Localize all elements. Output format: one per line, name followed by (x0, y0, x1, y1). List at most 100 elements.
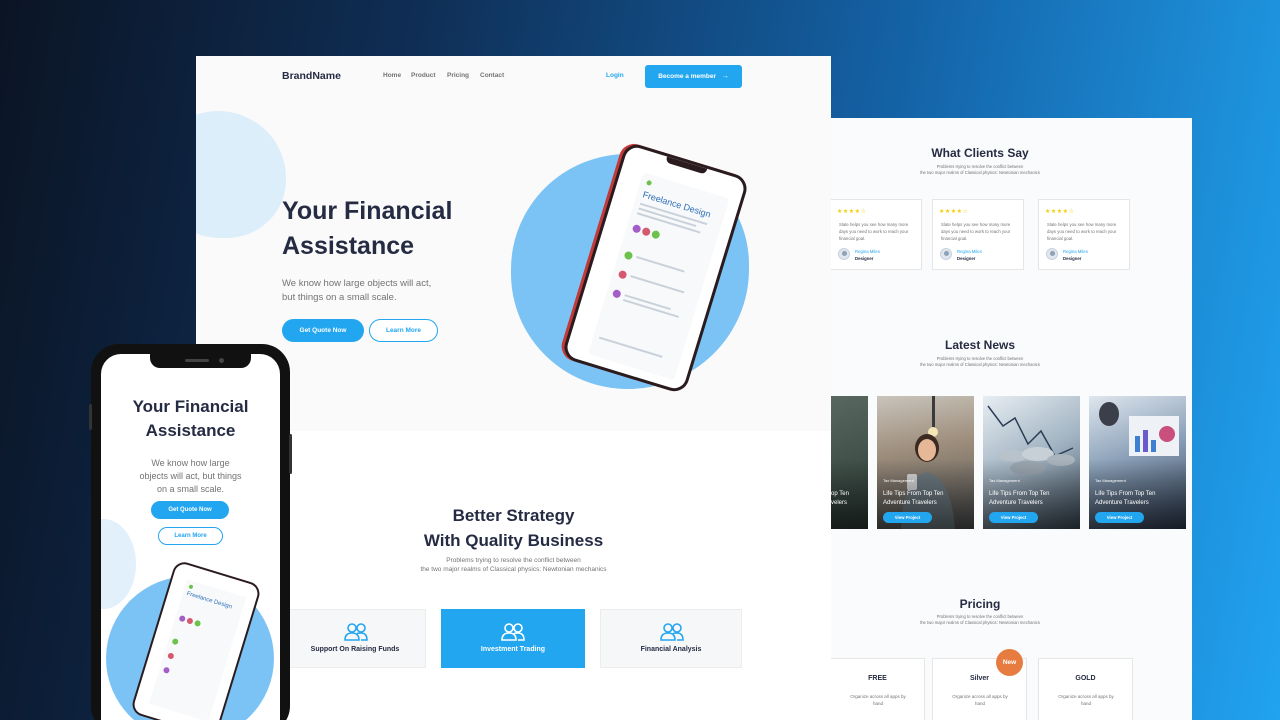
news-card[interactable]: Tax Management Life Tips From Top Ten Ad… (877, 396, 974, 529)
testimonial-card: ★★★★☆ Slate helps you see how many more … (831, 199, 922, 270)
speaker-icon (185, 359, 209, 362)
avatar (940, 248, 952, 260)
testimonial-name[interactable]: Regina Miles (1063, 249, 1088, 254)
status-dot (188, 584, 194, 590)
news-card-title: Life Tips From Top Ten Adventure Travele… (989, 491, 1050, 506)
phone-notch (150, 354, 251, 368)
mobile-learn-more-button[interactable]: Learn More (158, 527, 223, 545)
hero-title-line1: Your Financial (282, 197, 453, 225)
users-icon (660, 623, 684, 641)
pricing-sub-line2: the two major realms of Classical physic… (920, 620, 1040, 625)
testimonial-role: Designer (1063, 256, 1082, 261)
rating-stars-icon: ★★★★☆ (939, 209, 969, 215)
text-line (598, 336, 663, 358)
feature-label: Support On Raising Funds (310, 646, 400, 653)
news-card-partial[interactable]: op Ten velers (831, 396, 868, 529)
decorative-blob (101, 519, 136, 609)
plan-name: GOLD (1075, 675, 1096, 682)
desktop-page-mockup: BrandName Home Product Pricing Contact L… (196, 56, 831, 720)
testimonial-name[interactable]: Regina Miles (855, 249, 880, 254)
strategy-section: Better Strategy With Quality Business Pr… (196, 431, 831, 720)
avatar (186, 617, 194, 625)
view-project-button[interactable]: View Project (1095, 512, 1144, 523)
phone-side-button (89, 404, 92, 430)
strategy-title: Better Strategy With Quality Business (196, 503, 831, 553)
mobile-app-title: Freelance Design (185, 591, 233, 611)
rating-stars-icon: ★★★★☆ (1045, 209, 1075, 215)
avatar (162, 666, 171, 675)
testimonial-role: Designer (957, 256, 976, 261)
new-badge: New (996, 649, 1023, 676)
news-card-title: Life Tips From Top Ten Adventure Travele… (1095, 491, 1156, 506)
hero-description: We know how large objects will act, but … (282, 277, 431, 304)
pricing-title: Pricing (959, 597, 1001, 611)
news-sub-line2: the two major realms of Classical physic… (920, 362, 1040, 367)
pricing-card-gold[interactable]: GOLD Organize across all apps by hand (1038, 658, 1133, 720)
status-dot (645, 179, 653, 187)
news-tag: Tax Management (1095, 478, 1126, 483)
learn-more-button[interactable]: Learn More (369, 319, 438, 342)
plan-name: FREE (868, 675, 887, 682)
mobile-get-quote-button[interactable]: Get Quote Now (151, 501, 229, 519)
hero-title-line2: Assistance (282, 232, 415, 260)
mobile-title-line1: Your Financial (132, 397, 249, 416)
mobile-desc-line1: We know how large (151, 458, 230, 468)
plan-desc: Organize across all apps by hand (1058, 694, 1114, 706)
phone-notch (665, 156, 708, 175)
feature-card-financial-analysis[interactable]: Financial Analysis (600, 609, 742, 668)
avatar (617, 269, 628, 280)
news-card-title: Life Tips From Top Ten Adventure Travele… (883, 491, 944, 506)
news-tag: Tax Management (989, 478, 1020, 483)
nav-product[interactable]: Product (411, 72, 436, 79)
news-card[interactable]: Tax Management Life Tips From Top Ten Ad… (983, 396, 1080, 529)
clients-title: What Clients Say (931, 146, 1029, 160)
view-project-button[interactable]: View Project (989, 512, 1038, 523)
news-title: Latest News (944, 338, 1016, 352)
avatar (641, 226, 652, 237)
news-card-title-partial: op Ten velers (831, 491, 849, 506)
decorative-blob (196, 111, 286, 238)
strategy-sub-line2: the two major realms of Classical physic… (420, 566, 607, 573)
strategy-title-line2: With Quality Business (423, 531, 604, 550)
get-quote-button[interactable]: Get Quote Now (282, 319, 364, 342)
nav-contact[interactable]: Contact (480, 72, 504, 79)
users-icon (344, 623, 368, 641)
nav-pricing[interactable]: Pricing (447, 72, 469, 79)
testimonial-text: Slate helps you see how many more days y… (1047, 222, 1117, 241)
feature-card-raising-funds[interactable]: Support On Raising Funds (284, 609, 426, 668)
hero-desc-line2: but things on a small scale. (282, 291, 397, 303)
users-icon (501, 623, 525, 641)
clients-subtitle: Problems trying to resolve the conflict … (901, 164, 1059, 176)
text-line (630, 275, 685, 294)
mobile-hero-description: We know how large objects will act, but … (101, 457, 280, 496)
avatar (623, 250, 634, 261)
testimonial-card: ★★★★☆ Slate helps you see how many more … (1038, 199, 1130, 270)
feature-card-investment-trading[interactable]: Investment Trading (441, 609, 585, 668)
nav-home[interactable]: Home (383, 72, 401, 79)
avatar (611, 288, 622, 299)
news-card[interactable]: Tax Management Life Tips From Top Ten Ad… (1089, 396, 1186, 529)
news-tag: Tax Management (883, 478, 914, 483)
news-subtitle: Problems trying to resolve the conflict … (901, 356, 1059, 368)
rating-stars-icon: ★★★★☆ (837, 209, 867, 215)
avatar (1046, 248, 1058, 260)
avatar (167, 652, 175, 660)
plan-name: Silver (969, 675, 990, 682)
brand-logo[interactable]: BrandName (282, 70, 341, 82)
view-project-button[interactable]: View Project (883, 512, 932, 523)
hero-title: Your Financial Assistance (282, 194, 452, 264)
login-link[interactable]: Login (606, 72, 624, 79)
become-member-label: Become a member (658, 73, 716, 80)
testimonial-card: ★★★★☆ Slate helps you see how many more … (932, 199, 1024, 270)
pricing-subtitle: Problems trying to resolve the conflict … (901, 614, 1059, 626)
mobile-phone-mockup: Your Financial Assistance We know how la… (89, 344, 292, 720)
avatar (171, 637, 179, 646)
testimonial-text: Slate helps you see how many more days y… (839, 222, 909, 241)
become-member-button[interactable]: Become a member → (645, 65, 742, 88)
mobile-desc-line3: on a small scale. (156, 484, 225, 494)
testimonial-name[interactable]: Regina Miles (957, 249, 982, 254)
mobile-title-line2: Assistance (145, 421, 236, 440)
plan-desc: Organize across all apps by hand (850, 694, 906, 706)
pricing-card-free[interactable]: FREE Organize across all apps by hand (831, 658, 925, 720)
mobile-hero-title: Your Financial Assistance (101, 395, 280, 443)
